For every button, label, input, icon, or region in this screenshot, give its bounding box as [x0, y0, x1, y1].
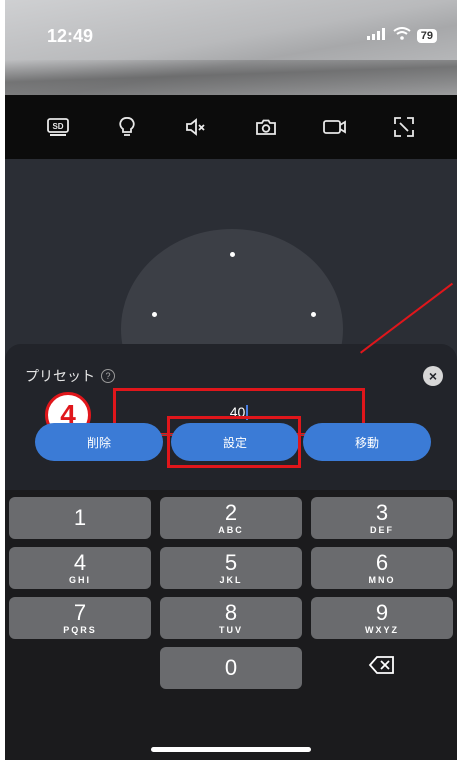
help-icon[interactable]: ? — [101, 369, 115, 383]
wifi-icon — [393, 27, 411, 45]
battery-level: 79 — [416, 29, 437, 43]
backspace-key[interactable] — [311, 646, 453, 688]
status-time: 12:49 — [47, 26, 94, 46]
delete-button[interactable]: 削除 — [35, 423, 163, 461]
key-1[interactable]: 1 — [9, 497, 151, 539]
camera-icon[interactable] — [248, 109, 284, 145]
key-letters: WXYZ — [365, 624, 399, 635]
backspace-icon — [368, 655, 396, 680]
speaker-muted-icon[interactable] — [178, 109, 214, 145]
key-9[interactable]: 9 WXYZ — [311, 597, 453, 639]
key-0[interactable]: 0 — [160, 647, 302, 689]
numeric-keypad: 1 2 ABC 3 DEF 4 GHI 5 JKL 6 MNO 7 PQRS 8… — [5, 490, 457, 760]
joystick-up-indicator — [230, 252, 235, 257]
key-digit: 4 — [73, 549, 87, 575]
phone-screen: 12:49 79 SD プリセット ? × 4 40 削除 設定 移動 1 2 … — [5, 0, 457, 760]
status-indicators: 79 — [366, 27, 437, 45]
key-digit: 5 — [224, 549, 238, 575]
key-4[interactable]: 4 GHI — [9, 547, 151, 589]
close-icon[interactable]: × — [423, 366, 443, 386]
light-bulb-icon[interactable] — [109, 109, 145, 145]
key-letters: PQRS — [63, 624, 97, 635]
home-indicator[interactable] — [151, 747, 311, 752]
key-digit: 6 — [375, 549, 389, 575]
key-digit: 2 — [224, 499, 238, 525]
set-button-highlight — [167, 416, 301, 468]
sd-label: SD — [52, 122, 63, 131]
key-letters: DEF — [370, 524, 394, 535]
key-2[interactable]: 2 ABC — [160, 497, 302, 539]
key-3[interactable]: 3 DEF — [311, 497, 453, 539]
camera-toolbar: SD — [5, 95, 457, 159]
sd-card-icon[interactable]: SD — [40, 109, 76, 145]
key-letters: TUV — [219, 624, 243, 635]
key-letters: MNO — [368, 574, 396, 585]
preset-title-text: プリセット — [25, 368, 95, 384]
signal-icon — [366, 27, 387, 45]
preset-title: プリセット ? — [25, 366, 115, 386]
key-digit: 9 — [375, 599, 389, 625]
key-letters: JKL — [219, 574, 243, 585]
joystick-left-indicator — [152, 312, 157, 317]
key-8[interactable]: 8 TUV — [160, 597, 302, 639]
fullscreen-icon[interactable] — [386, 109, 422, 145]
move-button[interactable]: 移動 — [303, 423, 431, 461]
key-digit: 1 — [73, 505, 87, 530]
key-digit: 3 — [375, 499, 389, 525]
key-digit: 7 — [73, 599, 87, 625]
key-digit: 0 — [224, 655, 238, 680]
camera-video-feed — [5, 0, 457, 100]
video-record-icon[interactable] — [317, 109, 353, 145]
joystick-right-indicator — [311, 312, 316, 317]
key-6[interactable]: 6 MNO — [311, 547, 453, 589]
key-digit: 8 — [224, 599, 238, 625]
key-5[interactable]: 5 JKL — [160, 547, 302, 589]
key-letters: ABC — [218, 524, 244, 535]
key-7[interactable]: 7 PQRS — [9, 597, 151, 639]
key-letters: GHI — [68, 574, 91, 585]
